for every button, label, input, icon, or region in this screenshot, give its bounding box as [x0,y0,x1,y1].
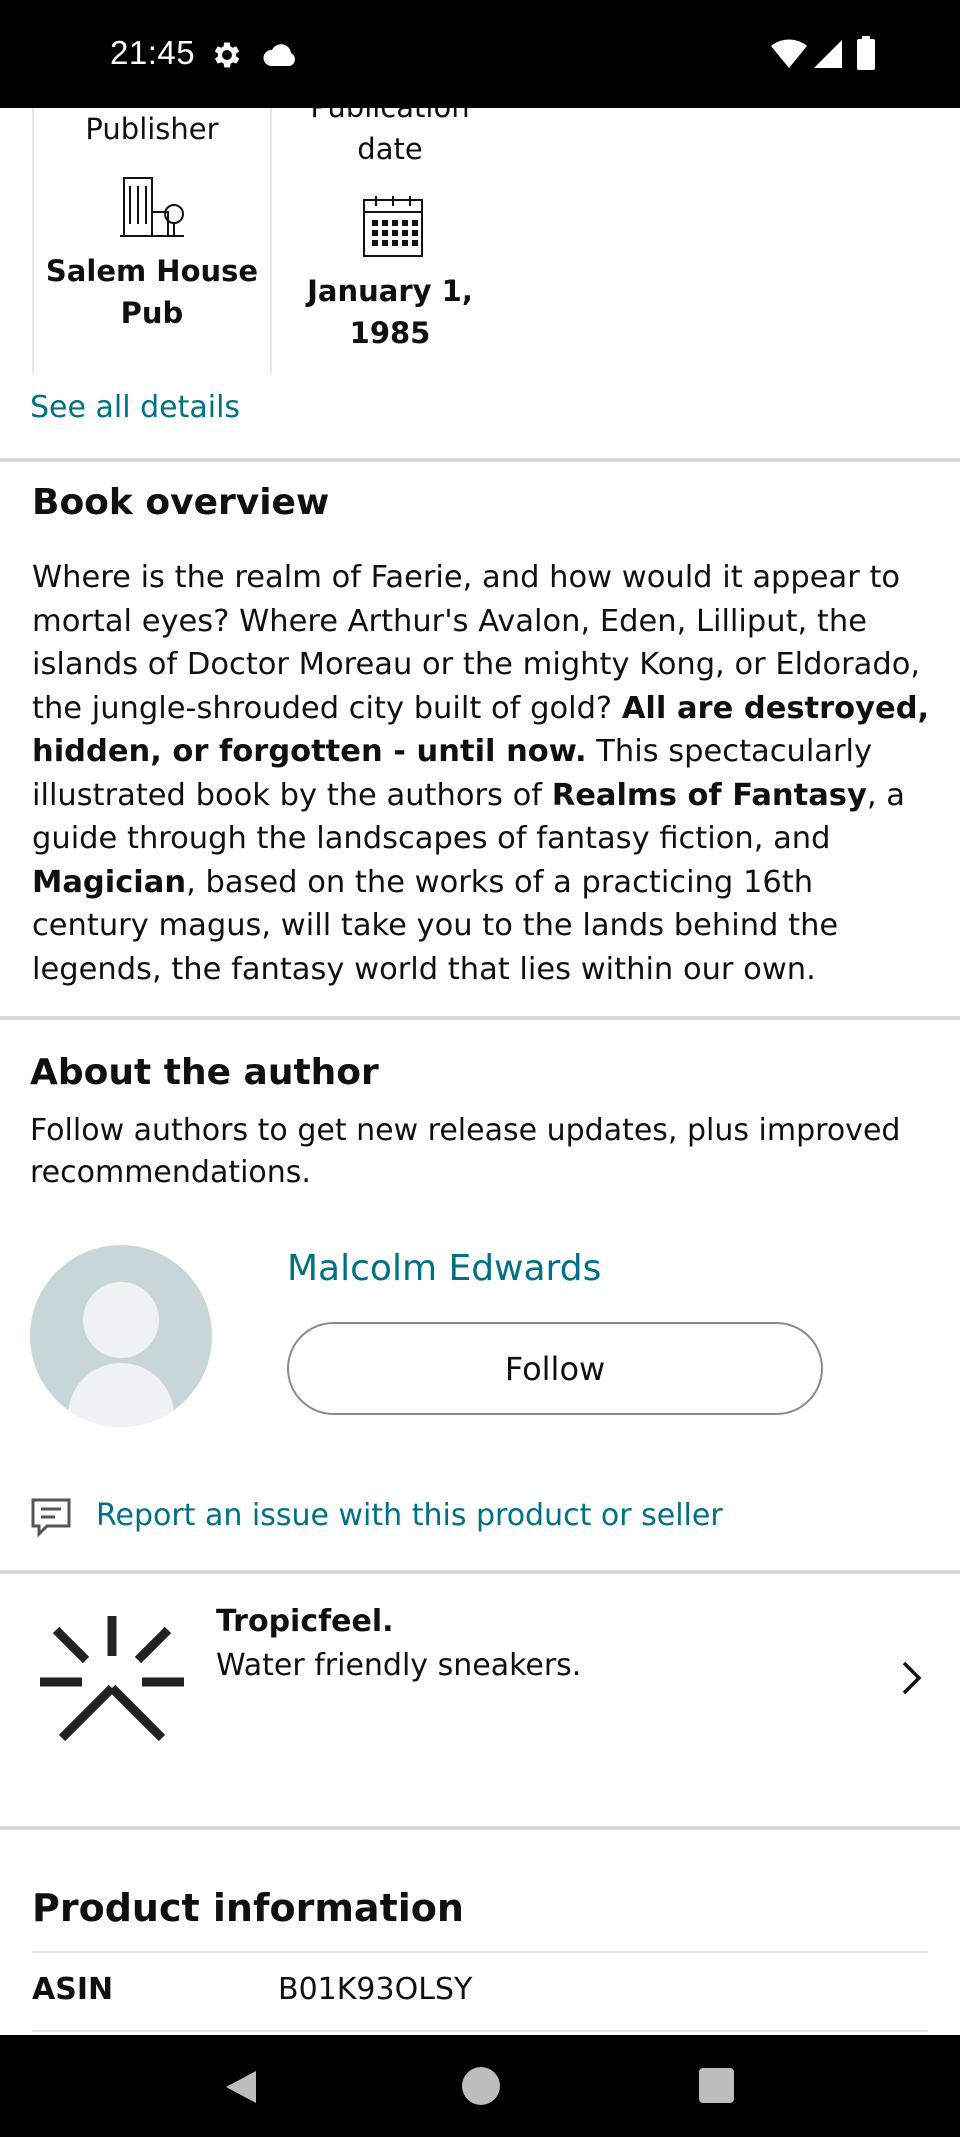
detail-publisher: Publisher Salem House Pub [32,108,272,374]
detail-label: Publication [272,108,508,128]
ad-brand: Tropicfeel. [216,1604,394,1639]
author-section-title: About the author [30,1052,379,1093]
author-avatar[interactable] [30,1245,212,1427]
gear-icon [214,42,240,68]
status-bar: 21:45 [0,0,960,108]
cloud-icon [263,44,295,66]
section-divider [0,1016,960,1020]
detail-value: Pub [120,296,184,330]
wifi-icon [771,39,807,68]
chevron-right-icon[interactable] [900,1660,924,1696]
building-icon [120,177,184,237]
product-info-value: B01K93OLSY [278,1972,473,2007]
avatar-body [68,1363,174,1427]
detail-value: January 1, [307,274,473,308]
tropicfeel-logo-icon [40,1616,184,1742]
section-divider [0,458,960,462]
recents-icon[interactable] [699,2068,734,2103]
status-time: 21:45 [110,34,196,71]
overview-text-bold: Magician [32,864,187,900]
detail-label: date [357,132,423,166]
detail-value: Salem House [45,254,259,288]
ad-tagline: Water friendly sneakers. [216,1648,582,1683]
report-flag-icon [31,1498,71,1538]
details-strip: Publisher Salem House Pub Publication da… [0,108,960,460]
overview-text: Where is the realm of Faerie, and how wo… [32,556,937,991]
follow-button[interactable]: Follow [287,1322,823,1415]
signal-icon [814,40,842,68]
author-section-subtitle: Follow authors to get new release update… [30,1113,901,1190]
author-name-link[interactable]: Malcolm Edwards [287,1248,601,1289]
detail-label: Publisher [85,112,219,146]
product-info-title: Product information [32,1886,464,1930]
avatar-head [83,1282,159,1358]
table-divider [32,1951,928,1953]
android-nav-bar [0,2035,960,2137]
product-info-key: ASIN [32,1972,114,2007]
overview-title: Book overview [32,482,330,523]
overview-text-bold: Realms of Fantasy [551,777,867,813]
report-issue-link[interactable]: Report an issue with this product or sel… [96,1498,723,1533]
home-icon[interactable] [462,2067,500,2105]
section-divider [0,1570,960,1574]
calendar-icon [363,196,423,257]
back-icon[interactable] [222,2068,260,2106]
detail-value: 1985 [349,316,431,350]
table-divider [32,2030,928,2032]
see-all-details-link[interactable]: See all details [30,390,240,425]
battery-icon [857,36,875,70]
detail-publication-date: Publication date January 1, 1985 [272,108,508,354]
section-divider [0,1826,960,1830]
